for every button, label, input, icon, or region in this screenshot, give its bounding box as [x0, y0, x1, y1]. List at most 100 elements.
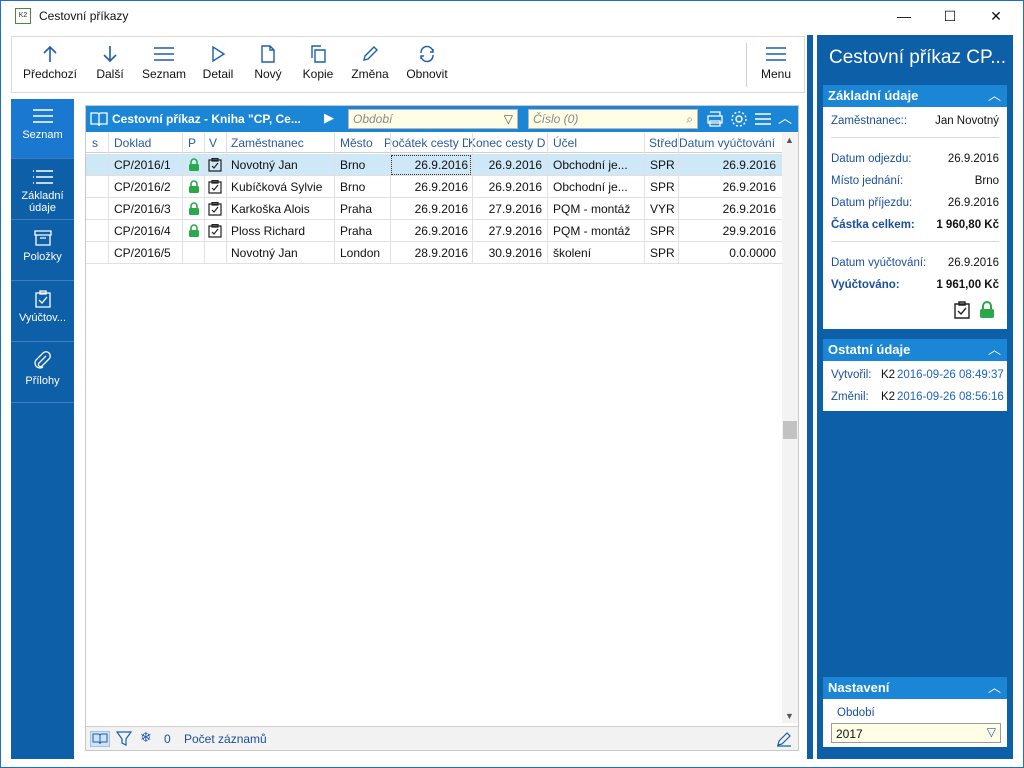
cell-doklad: CP/2016/5	[114, 246, 171, 260]
cell-doklad: CP/2016/1	[114, 158, 171, 172]
place-value: Brno	[974, 175, 999, 187]
copy-button[interactable]: Kopie	[298, 37, 338, 92]
book-view-icon[interactable]	[90, 731, 110, 747]
cell-employee: Ploss Richard	[231, 224, 306, 238]
departure-label: Datum odjezdu:	[831, 153, 912, 165]
panel-splitter[interactable]	[807, 35, 813, 759]
menu-label: Menu	[760, 67, 792, 81]
maximize-button[interactable]: ☐	[927, 1, 973, 31]
col-v[interactable]: V	[209, 136, 217, 150]
detail-button[interactable]: Detail	[198, 37, 238, 92]
cell-center: SPR	[650, 246, 675, 260]
book-icon	[90, 112, 108, 127]
columns-menu-icon[interactable]	[754, 111, 772, 127]
col-settlement-date[interactable]: Datum vyúčtování	[679, 136, 779, 150]
gear-icon[interactable]	[730, 110, 748, 128]
records-label[interactable]: Počet záznamů	[184, 732, 267, 746]
cell-end-date: 27.9.2016	[488, 202, 542, 216]
column-divider	[390, 133, 391, 263]
copy-icon	[311, 45, 326, 63]
nav-items[interactable]: Položky	[11, 221, 74, 281]
column-divider	[644, 133, 645, 263]
settled-value: 1 961,00 Kč	[936, 279, 999, 291]
col-employee[interactable]: Zaměstnanec	[231, 136, 304, 150]
other-info-header[interactable]: Ostatní údaje ︿	[823, 339, 1007, 361]
cell-city: Praha	[340, 202, 373, 216]
nav-list[interactable]: Seznam	[11, 99, 74, 159]
new-document-icon	[261, 45, 275, 63]
previous-label: Předchozí	[22, 67, 78, 81]
nav-attachments[interactable]: Přílohy	[11, 343, 74, 403]
total-value: 1 960,80 Kč	[936, 219, 999, 231]
grid-header: Cestovní příkaz - Kniha "CP, Ce... ▶ Obd…	[86, 106, 798, 132]
previous-button[interactable]: Předchozí	[20, 37, 80, 92]
settled-label: Vyúčtováno:	[831, 279, 900, 291]
cell-doklad: CP/2016/3	[114, 202, 171, 216]
col-end-date[interactable]: Konec cesty D	[468, 136, 546, 150]
column-divider	[547, 133, 548, 263]
scroll-down-icon[interactable]: ▼	[785, 711, 794, 721]
menu-button[interactable]: Menu	[754, 37, 798, 92]
cell-settlement-date: 26.9.2016	[722, 202, 776, 216]
column-divider	[108, 133, 109, 263]
pencil-icon[interactable]	[776, 731, 792, 747]
basic-info-header[interactable]: Základní údaje ︿	[823, 85, 1007, 107]
col-s[interactable]: s	[92, 136, 98, 150]
number-search-input[interactable]: Číslo (0) ⌕	[528, 109, 698, 129]
cell-purpose: Obchodní je...	[553, 180, 628, 194]
nav-basic-info[interactable]: Základní údaje	[11, 160, 74, 220]
col-purpose[interactable]: Účel	[553, 136, 577, 150]
settings-header[interactable]: Nastavení ︿	[823, 677, 1007, 699]
next-label: Další	[96, 67, 124, 81]
column-divider	[182, 133, 183, 263]
filter-icon[interactable]	[116, 731, 134, 747]
col-p[interactable]: P	[188, 136, 196, 150]
close-button[interactable]: ✕	[973, 1, 1019, 31]
grid-panel: Cestovní příkaz - Kniha "CP, Ce... ▶ Obd…	[85, 105, 799, 751]
printer-icon[interactable]	[706, 111, 724, 127]
collapse-icon[interactable]: ︿	[988, 85, 1001, 107]
collapse-icon[interactable]: ︿	[988, 339, 1001, 361]
next-button[interactable]: Další	[88, 37, 132, 92]
divider	[831, 137, 999, 138]
dropdown-arrow-icon[interactable]: ▽	[504, 110, 513, 128]
snowflake-icon[interactable]: ❄	[140, 729, 152, 746]
box-icon	[33, 230, 52, 246]
change-button[interactable]: Změna	[348, 37, 392, 92]
col-doklad[interactable]: Doklad	[114, 136, 151, 150]
dropdown-arrow-icon[interactable]: ▽	[987, 725, 996, 739]
col-center[interactable]: Středi	[649, 136, 679, 150]
list-button[interactable]: Seznam	[140, 37, 188, 92]
column-divider	[472, 133, 473, 263]
expand-arrow-icon[interactable]: ▶	[324, 110, 334, 126]
cell-settlement-date: 26.9.2016	[722, 158, 776, 172]
copy-label: Kopie	[302, 67, 334, 81]
period-select[interactable]: 2017 ▽	[831, 723, 1001, 743]
minimize-button[interactable]: —	[881, 1, 927, 31]
collapse-icon[interactable]: ︿	[778, 108, 792, 128]
window-title: Cestovní příkazy	[39, 9, 129, 23]
new-label: Nový	[254, 67, 282, 81]
clipboard-check-icon	[208, 158, 222, 172]
col-city[interactable]: Město	[340, 136, 373, 150]
changed-timestamp: 2016-09-26 08:56:16	[897, 391, 1004, 403]
column-divider	[678, 133, 679, 263]
nav-settlement-label: Vyúčtov...	[18, 312, 67, 324]
nav-basic-info-label: Základní údaje	[21, 190, 64, 214]
collapse-icon[interactable]: ︿	[988, 677, 1001, 699]
cell-center: SPR	[650, 224, 675, 238]
cell-start-date: 26.9.2016	[414, 224, 468, 238]
scroll-up-icon[interactable]: ▲	[785, 135, 794, 145]
refresh-button[interactable]: Obnovit	[402, 37, 452, 92]
col-start-date[interactable]: Počátek cesty D	[384, 136, 468, 150]
lock-icon	[189, 158, 199, 171]
period-filter-input[interactable]: Období ▽	[348, 109, 518, 129]
arrival-label: Datum příjezdu:	[831, 197, 913, 209]
scrollbar-thumb[interactable]	[783, 421, 797, 439]
new-button[interactable]: Nový	[248, 37, 288, 92]
departure-value: 26.9.2016	[947, 153, 999, 165]
paperclip-icon	[33, 351, 51, 369]
search-icon[interactable]: ⌕	[686, 110, 693, 128]
nav-settlement[interactable]: Vyúčtov...	[11, 282, 74, 342]
vertical-scrollbar[interactable]: ▲ ▼	[782, 133, 798, 723]
